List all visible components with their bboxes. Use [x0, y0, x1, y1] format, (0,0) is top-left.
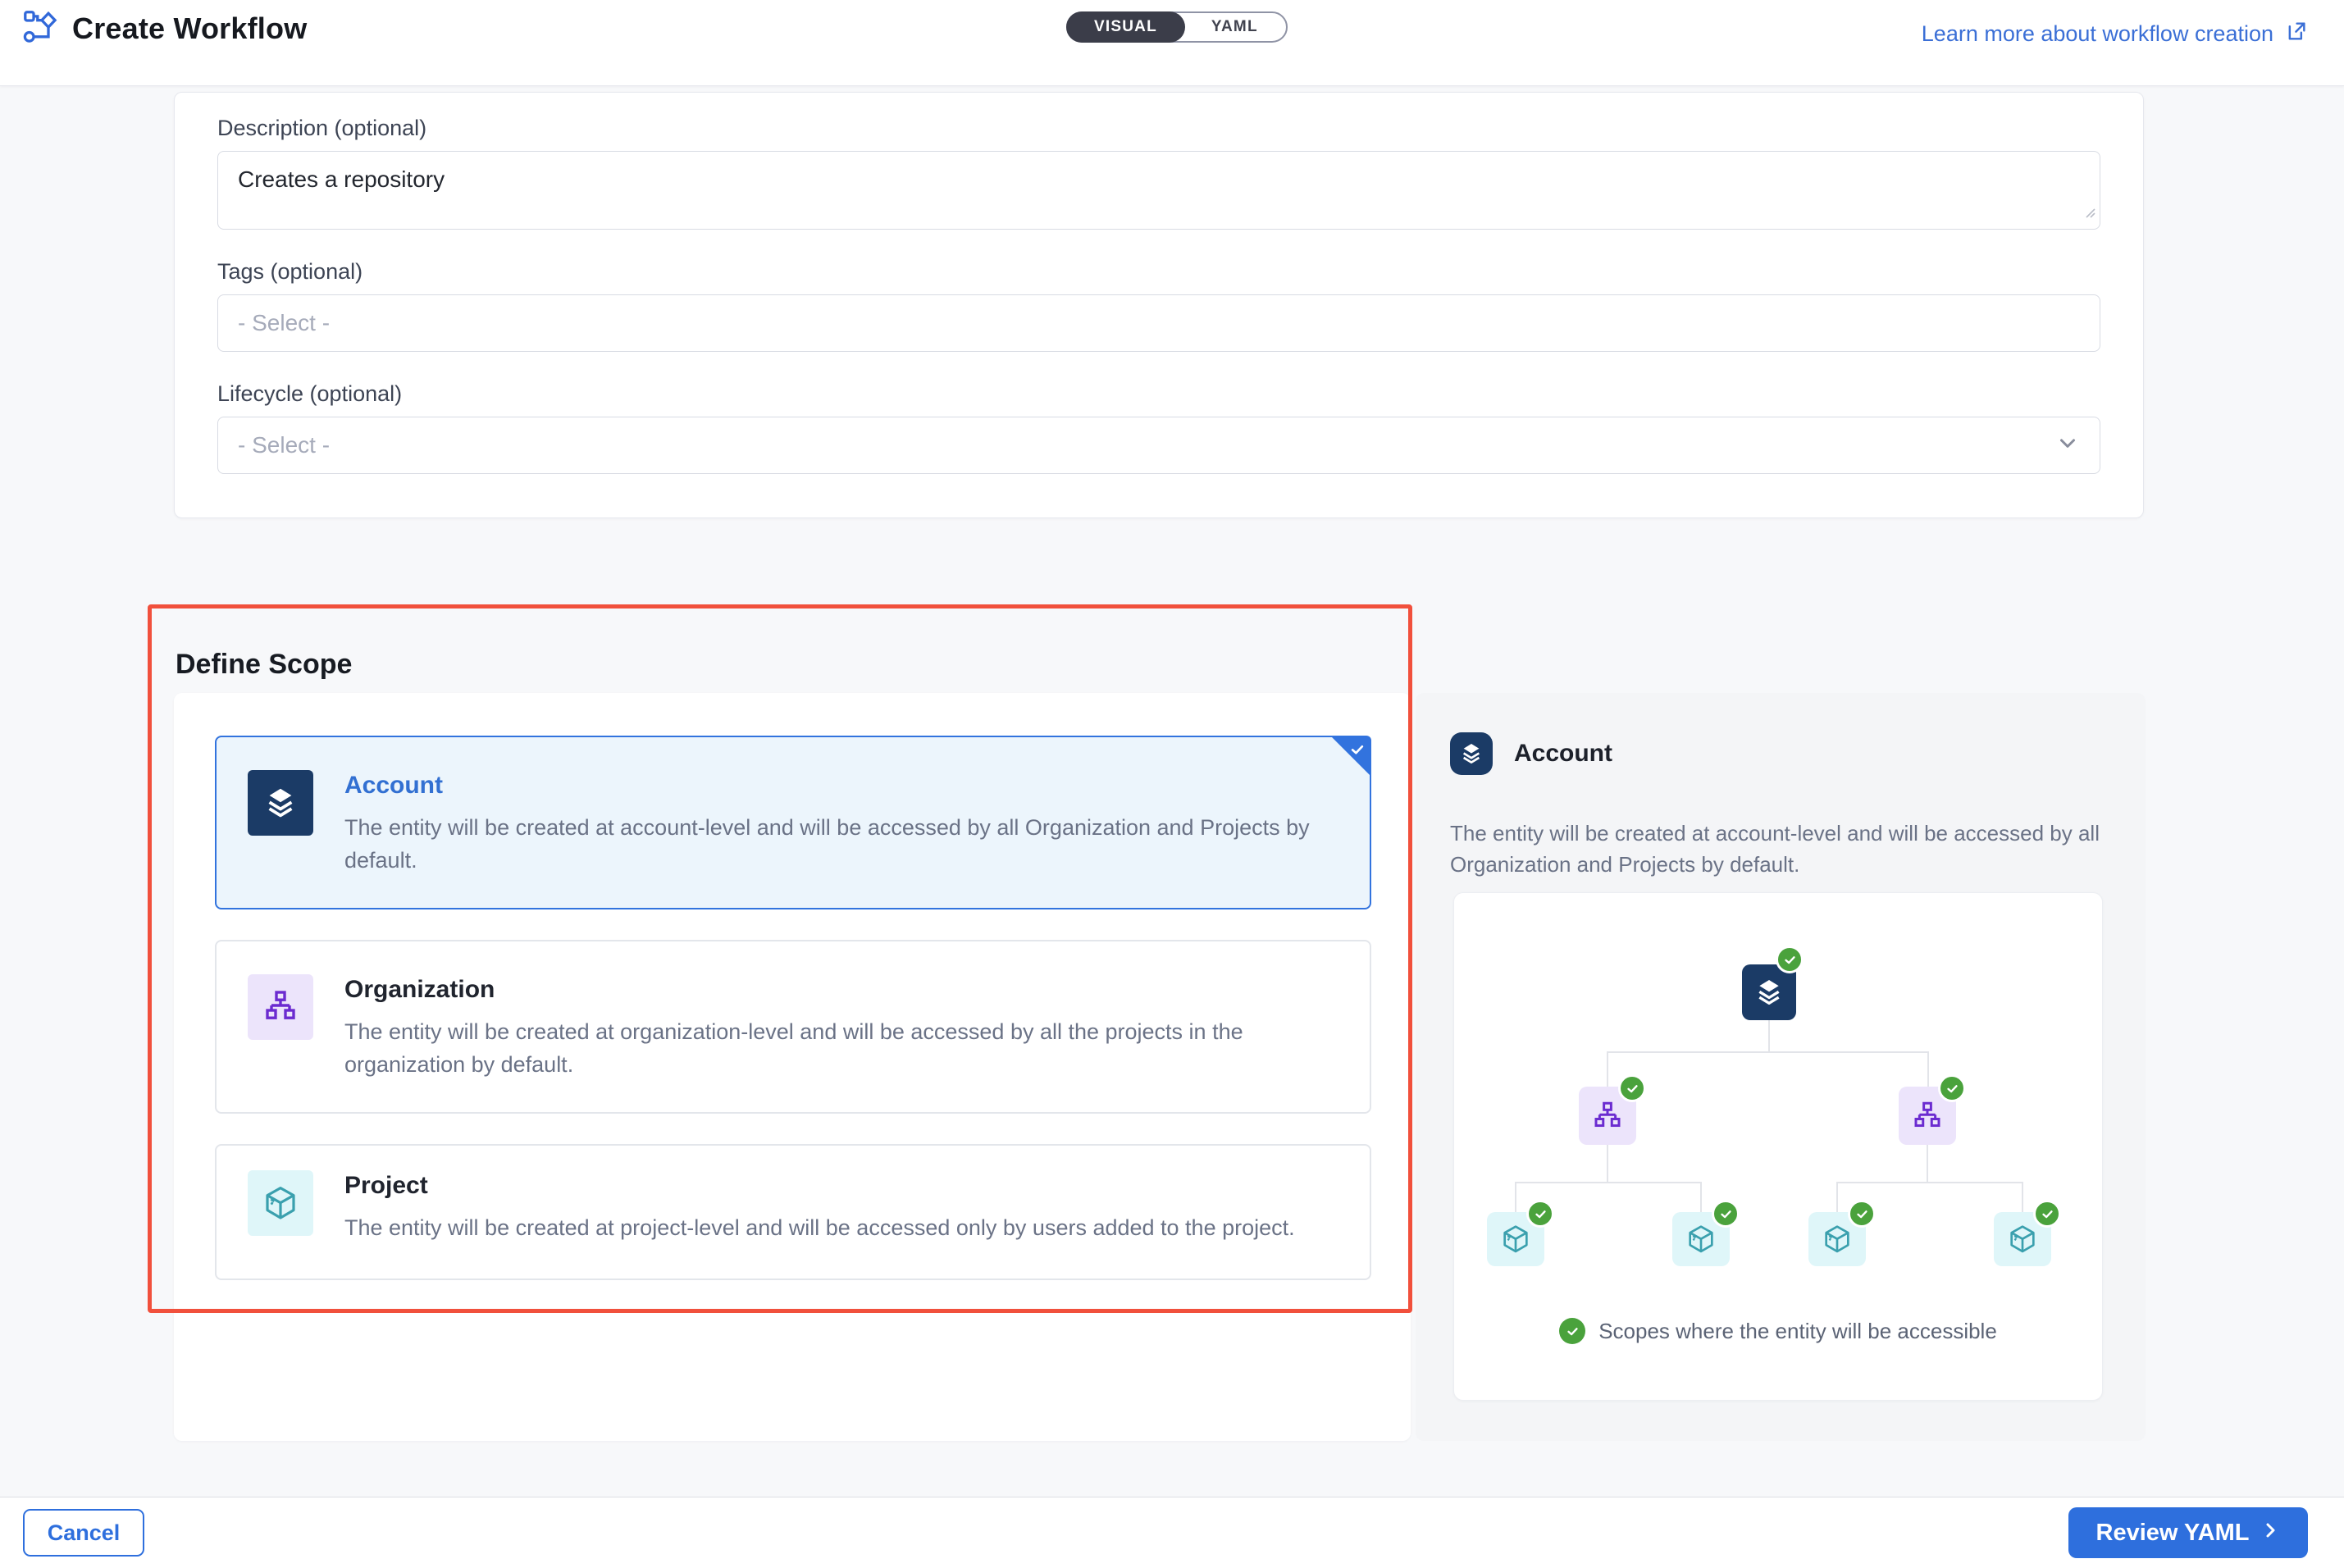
textarea-resize-handle[interactable] [2082, 204, 2096, 223]
scope-option-project[interactable]: Project The entity will be created at pr… [215, 1144, 1371, 1280]
review-yaml-label: Review YAML [2096, 1520, 2250, 1547]
check-badge-icon [1848, 1200, 1876, 1228]
check-badge-icon [1618, 1074, 1646, 1102]
connector-line [1607, 1145, 1608, 1182]
connector-line [1837, 1182, 2022, 1183]
workflow-icon [21, 8, 57, 48]
external-link-icon [2285, 20, 2308, 48]
tags-label: Tags (optional) [217, 259, 2100, 285]
learn-more-label: Learn more about workflow creation [1922, 21, 2273, 47]
description-field-wrap: Creates a repository [217, 151, 2100, 230]
scope-option-account[interactable]: Account The entity will be created at ac… [215, 736, 1371, 909]
scope-option-organization[interactable]: Organization The entity will be created … [215, 940, 1371, 1114]
connector-line [1516, 1182, 1701, 1183]
option-description: The entity will be created at organizati… [344, 1015, 1337, 1081]
title-row: Create Workflow [21, 8, 307, 48]
description-label: Description (optional) [217, 116, 2100, 141]
connector-line [1927, 1051, 1929, 1087]
preview-header: Account [1450, 732, 1612, 775]
check-badge-icon [2033, 1200, 2061, 1228]
chevron-right-icon [2260, 1520, 2280, 1547]
option-text: Organization The entity will be created … [344, 974, 1337, 1112]
cancel-button[interactable]: Cancel [23, 1509, 144, 1557]
layers-icon [1450, 732, 1493, 775]
connector-line [1768, 1020, 1770, 1051]
option-title: Organization [344, 976, 1337, 1004]
connector-line [1607, 1051, 1608, 1087]
scope-options-panel: Account The entity will be created at ac… [174, 693, 1411, 1441]
lifecycle-placeholder: - Select - [238, 432, 330, 458]
connector-line [2022, 1182, 2023, 1212]
check-badge-icon [1938, 1074, 1966, 1102]
connector-line [1836, 1182, 1838, 1212]
check-badge-icon [1712, 1200, 1740, 1228]
option-description: The entity will be created at project-le… [344, 1211, 1295, 1244]
description-input[interactable]: Creates a repository [217, 151, 2100, 230]
page-header: Create Workflow VISUAL YAML Learn more a… [0, 0, 2344, 86]
option-title: Account [344, 772, 1337, 800]
lifecycle-label: Lifecycle (optional) [217, 381, 2100, 407]
chevron-down-icon [2055, 431, 2080, 461]
option-description: The entity will be created at account-le… [344, 811, 1337, 877]
connector-line [1927, 1145, 1928, 1182]
toggle-yaml[interactable]: YAML [1183, 13, 1286, 41]
define-scope-heading: Define Scope [176, 649, 352, 681]
workflow-form-card: Description (optional) Creates a reposit… [174, 92, 2144, 518]
option-title: Project [344, 1172, 1295, 1200]
create-workflow-page: Create Workflow VISUAL YAML Learn more a… [0, 0, 2344, 1568]
scope-preview-panel: Account The entity will be created at ac… [1416, 693, 2146, 1441]
preview-title: Account [1514, 740, 1612, 768]
tags-placeholder: - Select - [238, 310, 330, 336]
lifecycle-select[interactable]: - Select - [217, 417, 2100, 474]
check-icon [1349, 741, 1366, 762]
layers-icon [248, 770, 313, 836]
connector-line [1700, 1182, 1702, 1212]
check-badge-icon [1559, 1318, 1585, 1344]
option-text: Account The entity will be created at ac… [344, 770, 1337, 908]
diagram-legend: Scopes where the entity will be accessib… [1454, 1318, 2102, 1344]
tags-select[interactable]: - Select - [217, 294, 2100, 352]
view-toggle: VISUAL YAML [1066, 11, 1288, 43]
check-badge-icon [1776, 946, 1804, 973]
cube-icon [248, 1170, 313, 1236]
toggle-visual[interactable]: VISUAL [1066, 11, 1185, 43]
hierarchy-icon [248, 974, 313, 1040]
legend-text: Scopes where the entity will be accessib… [1598, 1319, 1997, 1344]
learn-more-link[interactable]: Learn more about workflow creation [1922, 20, 2308, 48]
connector-line [1608, 1051, 1929, 1053]
page-title: Create Workflow [72, 11, 307, 46]
check-badge-icon [1526, 1200, 1554, 1228]
review-yaml-button[interactable]: Review YAML [2068, 1507, 2308, 1558]
preview-description: The entity will be created at account-le… [1450, 818, 2111, 880]
page-footer: Cancel Review YAML [0, 1497, 2344, 1568]
scope-hierarchy-diagram: Scopes where the entity will be accessib… [1453, 892, 2103, 1401]
connector-line [1515, 1182, 1516, 1212]
option-text: Project The entity will be created at pr… [344, 1170, 1295, 1279]
